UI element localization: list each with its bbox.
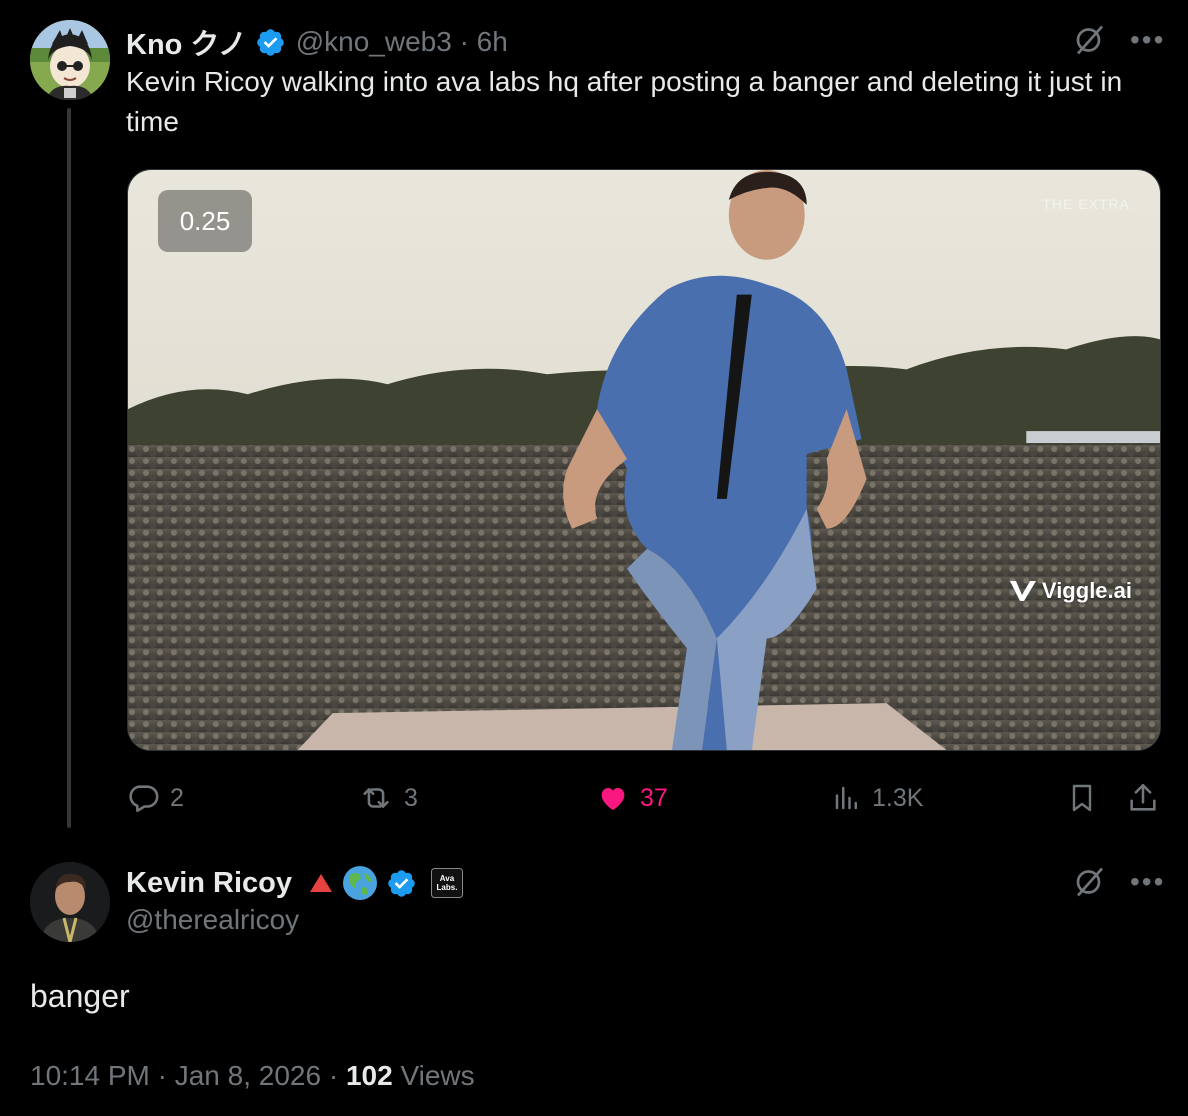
like-icon — [601, 788, 625, 810]
views-button[interactable]: 1.3K — [832, 776, 923, 820]
avatar[interactable] — [30, 20, 110, 100]
tweet-action-bar: 2 3 37 1.3K — [126, 776, 1166, 820]
reply-top-actions: ••• — [1072, 864, 1165, 900]
viggle-logo-icon — [1009, 581, 1036, 601]
bookmark-icon — [1072, 784, 1092, 812]
viggle-watermark: Viggle.ai — [1008, 578, 1132, 604]
views-count: 1.3K — [872, 783, 924, 812]
playback-speed-badge[interactable]: 0.25 — [158, 190, 252, 252]
reply-header: Kevin Ricoy Ava Labs. — [126, 862, 463, 904]
more-icon[interactable]: ••• — [1130, 868, 1165, 896]
svg-text:Labs.: Labs. — [437, 883, 458, 892]
verified-badge-icon — [255, 27, 286, 58]
more-icon[interactable]: ••• — [1130, 26, 1165, 54]
author-handle[interactable]: @kno_web3 · 6h — [296, 26, 508, 58]
repost-icon — [363, 788, 389, 808]
repost-button[interactable]: 3 — [358, 776, 418, 820]
main-tweet[interactable]: Kno クノ @kno_web3 · 6h ••• Kevin Ricoy wa… — [0, 0, 1188, 840]
globe-icon — [342, 865, 378, 901]
tweet-text: Kevin Ricoy walking into ava labs hq aft… — [126, 66, 1123, 137]
author-name[interactable]: Kno クノ — [126, 21, 247, 63]
like-count: 37 — [640, 783, 668, 812]
share-button[interactable] — [1126, 776, 1160, 820]
reply-count: 2 — [170, 783, 184, 812]
time-ago: 6h — [476, 26, 508, 57]
reply-author-name[interactable]: Kevin Ricoy — [126, 867, 292, 900]
reply-views-count: 102 — [345, 1060, 393, 1091]
ava-labs-affiliate-badge[interactable]: Ava Labs. — [431, 868, 463, 898]
corner-watermark: THE EXTRA — [1042, 196, 1130, 212]
verified-badge-icon — [386, 868, 417, 899]
repost-count: 3 — [404, 783, 418, 812]
video-frame — [128, 170, 1160, 750]
svg-text:Ava: Ava — [440, 874, 455, 883]
ava-labs-logo-icon: AvaLabs. — [431, 868, 463, 898]
grok-icon[interactable] — [1072, 864, 1108, 900]
reply-avatar[interactable] — [30, 862, 110, 942]
reply-author-handle[interactable]: @therealricoy — [126, 904, 299, 936]
views-icon — [835, 786, 857, 810]
avatar-photo — [30, 862, 110, 942]
reply-metadata: 10:14 PM · Jan 8, 2026 · 102 Views — [30, 1060, 475, 1092]
red-triangle-icon — [308, 872, 334, 894]
reply-timestamp[interactable]: 10:14 PM · Jan 8, 2026 · — [30, 1060, 338, 1091]
reply-icon — [129, 785, 159, 813]
bookmark-button[interactable] — [1066, 776, 1098, 820]
reply-views-label: Views — [400, 1060, 475, 1091]
reply-text: banger — [30, 978, 130, 1014]
tweet-header: Kno クノ @kno_web3 · 6h — [126, 22, 508, 62]
tweet-top-actions: ••• — [1072, 22, 1165, 58]
grok-icon[interactable] — [1072, 22, 1108, 58]
video-player[interactable]: 0.25 THE EXTRA Viggle.ai — [127, 169, 1161, 751]
thread-connector-line — [67, 108, 71, 828]
reply-button[interactable]: 2 — [126, 776, 184, 820]
avatar-illustration — [30, 20, 110, 100]
like-button[interactable]: 37 — [596, 776, 668, 820]
share-icon — [1130, 783, 1156, 811]
